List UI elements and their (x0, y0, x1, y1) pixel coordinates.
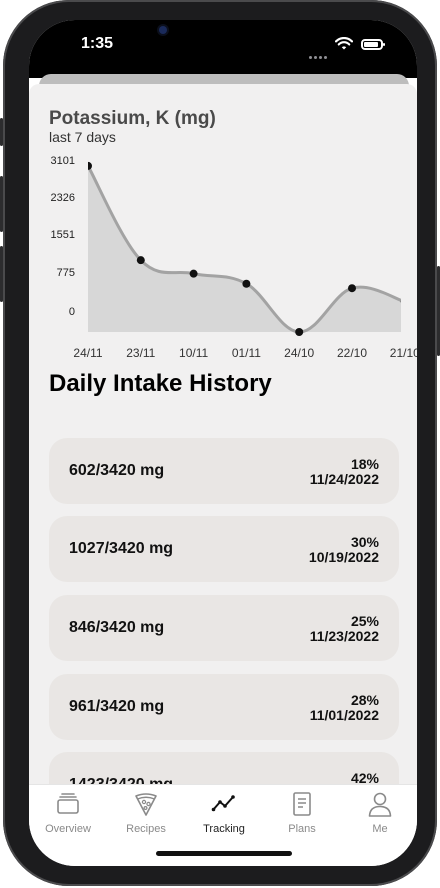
data-point-24-10[interactable] (295, 328, 304, 336)
potassium-chart: 3101 2326 1551 775 0 24/11 23/11 10/11 01/11 24/1… (51, 155, 417, 360)
screen: 1:35 Potassium, K (mg) last 7 days 3101 2… (29, 20, 417, 866)
pizza-slice-icon (135, 793, 157, 816)
tab-overview[interactable]: Overview (33, 791, 103, 843)
tray-stack-icon (57, 793, 79, 814)
intake-date: 10/19/2022 (308, 549, 379, 565)
y-tick-label: 1551 (51, 229, 75, 241)
document-icon (293, 792, 311, 816)
tab-recipes[interactable]: Recipes (111, 791, 181, 843)
x-tick-label: 24/11 (73, 346, 102, 360)
x-tick-label: 01/11 (232, 346, 261, 360)
history-card[interactable]: 602/3420 mg 18% 11/24/2022 (49, 438, 399, 504)
x-tick-label: 23/11 (126, 346, 155, 360)
tab-tracking-label: Tracking (203, 823, 245, 835)
history-card[interactable]: 1027/3420 mg 30% 10/19/2022 (49, 516, 399, 582)
tracking-sheet: Potassium, K (mg) last 7 days 3101 2326 15… (29, 84, 417, 784)
history-card[interactable]: 961/3420 mg 28% 11/01/2022 (49, 674, 399, 740)
intake-amount: 1027/3420 mg (69, 540, 174, 557)
x-tick-label: 21/10 (390, 346, 417, 360)
y-tick-label: 2326 (51, 192, 75, 204)
person-icon (368, 792, 392, 817)
status-bar: 1:35 (29, 20, 417, 72)
chart-area-fill (88, 165, 401, 333)
intake-date: 11/23/2022 (309, 628, 379, 644)
mute-switch (0, 118, 3, 146)
tab-tracking[interactable]: Tracking (189, 791, 259, 843)
intake-amount: 602/3420 mg (69, 462, 165, 479)
tab-me-label: Me (372, 823, 388, 835)
trend-line-icon (211, 795, 235, 812)
intake-amount: 1423/3420 mg (69, 776, 173, 784)
volume-down-button (0, 246, 3, 302)
history-card[interactable]: 1423/3420 mg 42% (49, 752, 399, 784)
data-point-10-11[interactable] (189, 269, 198, 278)
chart-subtitle: last 7 days (49, 129, 116, 145)
intake-date: 11/24/2022 (309, 471, 379, 487)
data-point-22-10[interactable] (348, 284, 356, 293)
cellular-signal-icon (309, 46, 329, 64)
intake-percent: 28% (350, 692, 379, 708)
history-card[interactable]: 846/3420 mg 25% 11/23/2022 (49, 595, 399, 661)
wifi-icon (335, 37, 353, 50)
tab-plans-label: Plans (288, 823, 316, 835)
data-point-21-10[interactable] (400, 298, 409, 306)
battery-icon (361, 39, 385, 50)
y-tick-label: 0 (69, 306, 75, 318)
status-time: 1:35 (81, 35, 114, 52)
data-point-01-11[interactable] (242, 279, 251, 288)
data-point-24-11[interactable] (84, 161, 92, 170)
x-tick-label: 24/10 (284, 346, 314, 360)
volume-up-button (0, 176, 3, 232)
intake-percent: 30% (350, 534, 379, 550)
front-camera-icon (159, 26, 167, 34)
intake-amount: 961/3420 mg (69, 698, 165, 715)
home-indicator[interactable] (156, 851, 292, 856)
device-frame: 1:35 Potassium, K (mg) last 7 days 3101 2… (0, 0, 440, 886)
intake-percent: 42% (350, 770, 379, 784)
tab-plans[interactable]: Plans (267, 791, 337, 843)
intake-percent: 25% (350, 613, 379, 629)
chart-title: Potassium, K (mg) (49, 108, 216, 129)
intake-date: 11/01/2022 (309, 707, 379, 723)
intake-amount: 846/3420 mg (69, 619, 165, 636)
y-tick-label: 3101 (51, 155, 75, 167)
data-point-23-11[interactable] (136, 256, 145, 265)
tab-overview-label: Overview (45, 823, 91, 835)
tab-me[interactable]: Me (345, 791, 415, 843)
x-tick-label: 10/11 (179, 346, 208, 360)
x-tick-label: 22/10 (337, 346, 367, 360)
tab-recipes-label: Recipes (126, 823, 166, 835)
intake-percent: 18% (350, 456, 379, 472)
history-title: Daily Intake History (49, 370, 272, 397)
y-tick-label: 775 (57, 267, 75, 279)
